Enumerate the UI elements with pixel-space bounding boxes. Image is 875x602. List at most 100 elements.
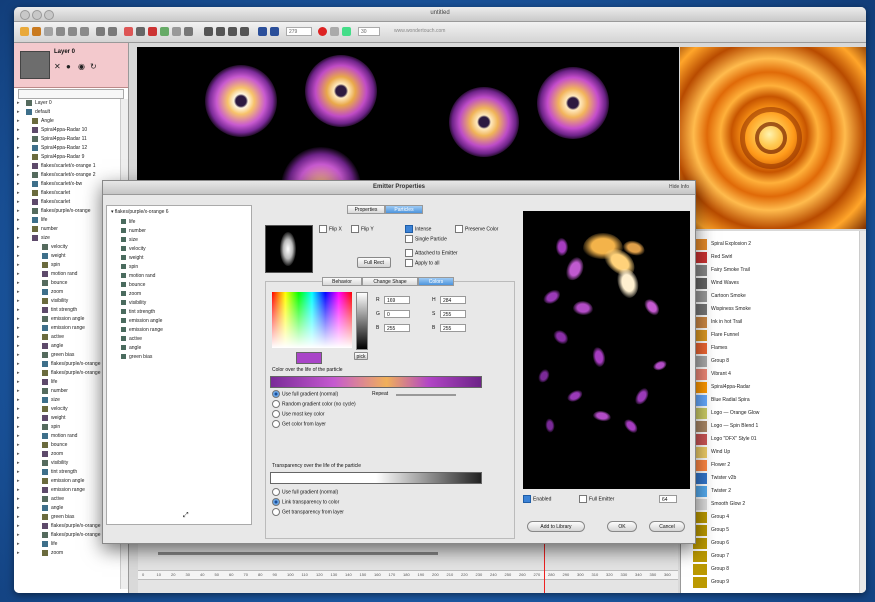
repeat-slider[interactable]: [396, 394, 456, 396]
disclosure-triangle-icon[interactable]: ▸: [17, 279, 20, 288]
disclosure-triangle-icon[interactable]: ▸: [17, 360, 20, 369]
brightness-slider[interactable]: [356, 292, 368, 350]
library-item[interactable]: Flower 2: [711, 459, 730, 471]
disclosure-triangle-icon[interactable]: ▸: [17, 441, 20, 450]
library-thumbnail[interactable]: [693, 564, 707, 575]
frame-field[interactable]: 279: [286, 27, 312, 36]
tab-change-shape[interactable]: Change Shape: [362, 277, 418, 286]
green-tool-icon[interactable]: [160, 27, 169, 36]
tree-item[interactable]: ▸ Angle: [14, 117, 128, 126]
library-item[interactable]: Blue Radial Spira: [711, 394, 750, 406]
hide-info-button[interactable]: Hide Info: [669, 181, 689, 194]
zoom-out-icon[interactable]: [216, 27, 225, 36]
library-item[interactable]: Twister v2b: [711, 472, 736, 484]
full-emitter-checkbox[interactable]: Full Emitter: [579, 495, 614, 503]
fps-field[interactable]: 30: [358, 27, 380, 36]
enabled-checkbox[interactable]: Enabled: [523, 495, 551, 503]
delete-layer-icon[interactable]: ✕: [54, 62, 61, 71]
emitter-property-item[interactable]: velocity: [121, 245, 146, 253]
library-item[interactable]: Group 5: [711, 524, 729, 536]
emitter-tree-root[interactable]: ▾ flakes/purple/x-orange 6: [111, 208, 169, 216]
library-item[interactable]: Wind Up: [711, 446, 730, 458]
ok-button[interactable]: OK: [607, 521, 637, 532]
undo-icon[interactable]: [96, 27, 105, 36]
disclosure-triangle-icon[interactable]: ▸: [17, 432, 20, 441]
disclosure-triangle-icon[interactable]: ▸: [17, 477, 20, 486]
emitter-property-item[interactable]: visibility: [121, 299, 146, 307]
disclosure-triangle-icon[interactable]: ▸: [17, 243, 20, 252]
preserve-color-checkbox[interactable]: Preserve Color: [455, 225, 498, 233]
library-item[interactable]: Spiral4ppa-Radar: [711, 381, 750, 393]
disclosure-triangle-icon[interactable]: ▸: [17, 135, 20, 144]
tab-behavior[interactable]: Behavior: [322, 277, 362, 286]
disclosure-triangle-icon[interactable]: ▸: [17, 171, 20, 180]
redo-icon[interactable]: [108, 27, 117, 36]
disclosure-triangle-icon[interactable]: ▸: [17, 387, 20, 396]
record-icon[interactable]: [318, 27, 327, 36]
h-field[interactable]: 284: [440, 296, 466, 304]
preview-size-field[interactable]: 64: [659, 495, 677, 503]
tree-item[interactable]: ▸ flakes/scarlet/x-orange 1: [14, 162, 128, 171]
layer-tool-icon[interactable]: [172, 27, 181, 36]
pick-color-button[interactable]: pick: [354, 352, 368, 360]
b-field[interactable]: 255: [384, 324, 410, 332]
layer-settings-icon[interactable]: ●: [66, 62, 71, 71]
library-item[interactable]: Flare Funnel: [711, 329, 739, 341]
new-icon[interactable]: [20, 27, 29, 36]
library-thumbnail[interactable]: [693, 551, 707, 562]
library-item[interactable]: Wispiness Smoke: [711, 303, 751, 315]
grid-icon[interactable]: [136, 27, 145, 36]
flip-y-checkbox[interactable]: Flip Y: [351, 225, 374, 233]
flip-x-checkbox[interactable]: Flip X: [319, 225, 342, 233]
emitter-property-item[interactable]: size: [121, 236, 138, 244]
emitter-property-item[interactable]: bounce: [121, 281, 145, 289]
tab-properties[interactable]: Properties: [347, 205, 385, 214]
library-item[interactable]: Spiral Explosion 2: [711, 238, 751, 250]
disclosure-triangle-icon[interactable]: ▸: [17, 396, 20, 405]
apply-all-checkbox[interactable]: Apply to all: [405, 259, 439, 267]
emitter-property-item[interactable]: number: [121, 227, 146, 235]
loop-icon[interactable]: [330, 27, 339, 36]
library-item[interactable]: Smooth Glow 2: [711, 498, 745, 510]
intense-checkbox[interactable]: Intense: [405, 225, 431, 233]
transparency-option-0[interactable]: Use full gradient (normal): [272, 488, 338, 496]
r-field[interactable]: 169: [384, 296, 410, 304]
color-option-3[interactable]: Get color from layer: [272, 420, 326, 428]
disclosure-triangle-icon[interactable]: ▸: [17, 414, 20, 423]
disclosure-triangle-icon[interactable]: ▸: [17, 531, 20, 540]
pan-icon[interactable]: [228, 27, 237, 36]
library-item[interactable]: Flames: [711, 342, 727, 354]
library-item[interactable]: Wind Waves: [711, 277, 739, 289]
disclosure-triangle-icon[interactable]: ▸: [17, 504, 20, 513]
disclosure-triangle-icon[interactable]: ▸: [17, 126, 20, 135]
snapshot-icon[interactable]: [342, 27, 351, 36]
disclosure-triangle-icon[interactable]: ▸: [17, 378, 20, 387]
emitter-property-item[interactable]: active: [121, 335, 142, 343]
library-item[interactable]: Logo — Orange Glow: [711, 407, 759, 419]
timeline-ruler[interactable]: 0 10 20 30 40 50 60 70 80 90 100 110 120 130 140 150 160…: [138, 570, 678, 580]
disclosure-triangle-icon[interactable]: ▸: [17, 225, 20, 234]
library-item[interactable]: Group 8: [711, 355, 729, 367]
cut-icon[interactable]: [56, 27, 65, 36]
disclosure-triangle-icon[interactable]: ▸: [17, 99, 20, 108]
disclosure-triangle-icon[interactable]: ▸: [17, 189, 20, 198]
layer-thumbnail[interactable]: [20, 51, 50, 79]
tab-colors[interactable]: Colors: [418, 277, 454, 286]
tree-item[interactable]: ▸ Spiral4ppa-Radar 9: [14, 153, 128, 162]
disclosure-triangle-icon[interactable]: ▸: [17, 423, 20, 432]
disclosure-triangle-icon[interactable]: ▸: [17, 153, 20, 162]
disclosure-triangle-icon[interactable]: ▸: [17, 270, 20, 279]
playhead[interactable]: [544, 544, 545, 593]
library-item[interactable]: Group 9: [711, 576, 729, 588]
emitter-property-item[interactable]: motion rand: [121, 272, 155, 280]
cancel-button[interactable]: Cancel: [649, 521, 685, 532]
color-option-2[interactable]: Use most key color: [272, 410, 325, 418]
red-tool-icon[interactable]: [148, 27, 157, 36]
library-item[interactable]: Logo "DFX" Style 01: [711, 433, 757, 445]
emitter-property-item[interactable]: weight: [121, 254, 143, 262]
library-item[interactable]: Group 4: [711, 511, 729, 523]
rotate-icon[interactable]: [240, 27, 249, 36]
play-icon[interactable]: [270, 27, 279, 36]
disclosure-triangle-icon[interactable]: ▸: [17, 144, 20, 153]
tree-item[interactable]: ▸ Spiral4ppa-Radar 12: [14, 144, 128, 153]
